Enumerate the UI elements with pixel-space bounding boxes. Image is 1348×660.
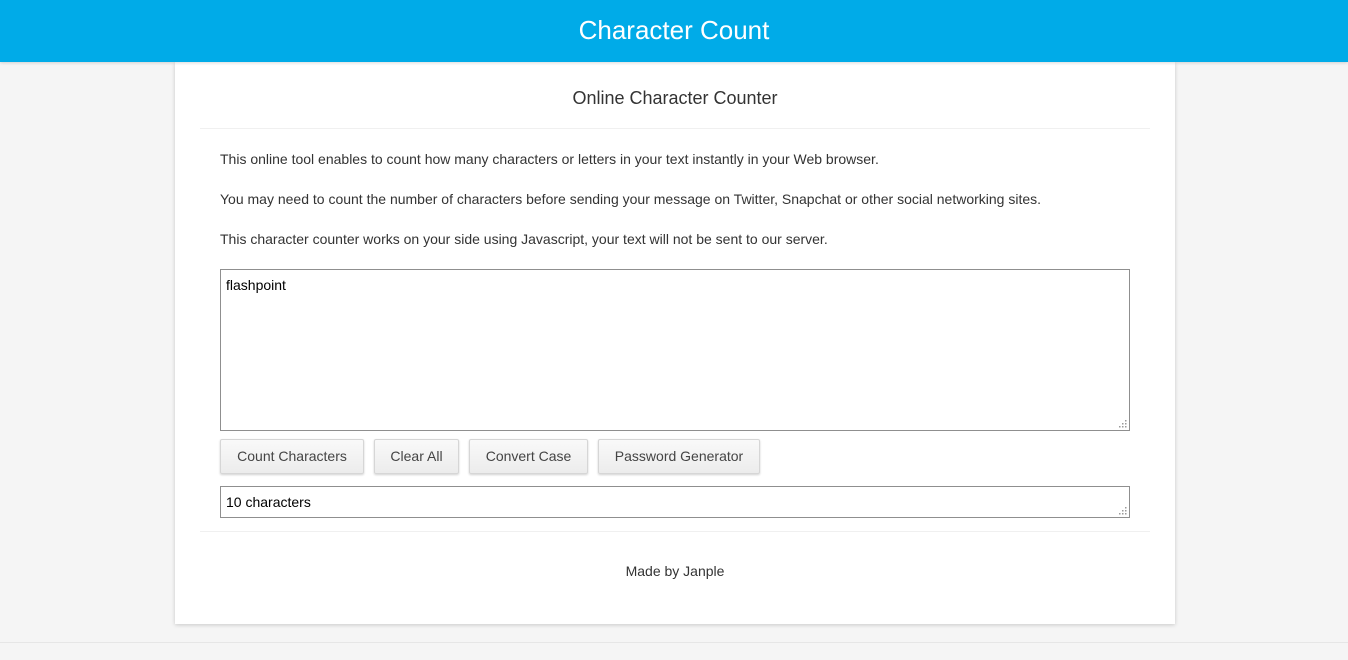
resize-grip-icon[interactable] [1118, 506, 1128, 516]
page-bottom-divider [0, 642, 1348, 643]
heading-divider [200, 128, 1150, 129]
text-input-area[interactable]: flashpoint [220, 269, 1130, 431]
intro-paragraph-2: You may need to count the number of char… [220, 191, 1042, 207]
footer-divider [200, 531, 1150, 532]
password-generator-button[interactable]: Password Generator [598, 439, 760, 474]
main-card: Online Character Counter This online too… [175, 62, 1175, 624]
clear-all-button[interactable]: Clear All [374, 439, 459, 474]
footer-credit: Made by Janple [625, 563, 725, 579]
site-title: Character Count [578, 15, 770, 45]
convert-case-button[interactable]: Convert Case [469, 439, 588, 474]
resize-grip-icon[interactable] [1118, 419, 1128, 429]
intro-paragraph-3: This character counter works on your sid… [220, 231, 828, 247]
text-input-value: flashpoint [226, 277, 286, 293]
top-header-bar: Character Count [0, 0, 1348, 62]
result-value: 10 characters [226, 494, 311, 510]
result-output-area[interactable]: 10 characters [220, 486, 1130, 518]
count-characters-button[interactable]: Count Characters [220, 439, 364, 474]
card-heading: Online Character Counter [572, 88, 778, 108]
intro-paragraph-1: This online tool enables to count how ma… [220, 151, 879, 167]
